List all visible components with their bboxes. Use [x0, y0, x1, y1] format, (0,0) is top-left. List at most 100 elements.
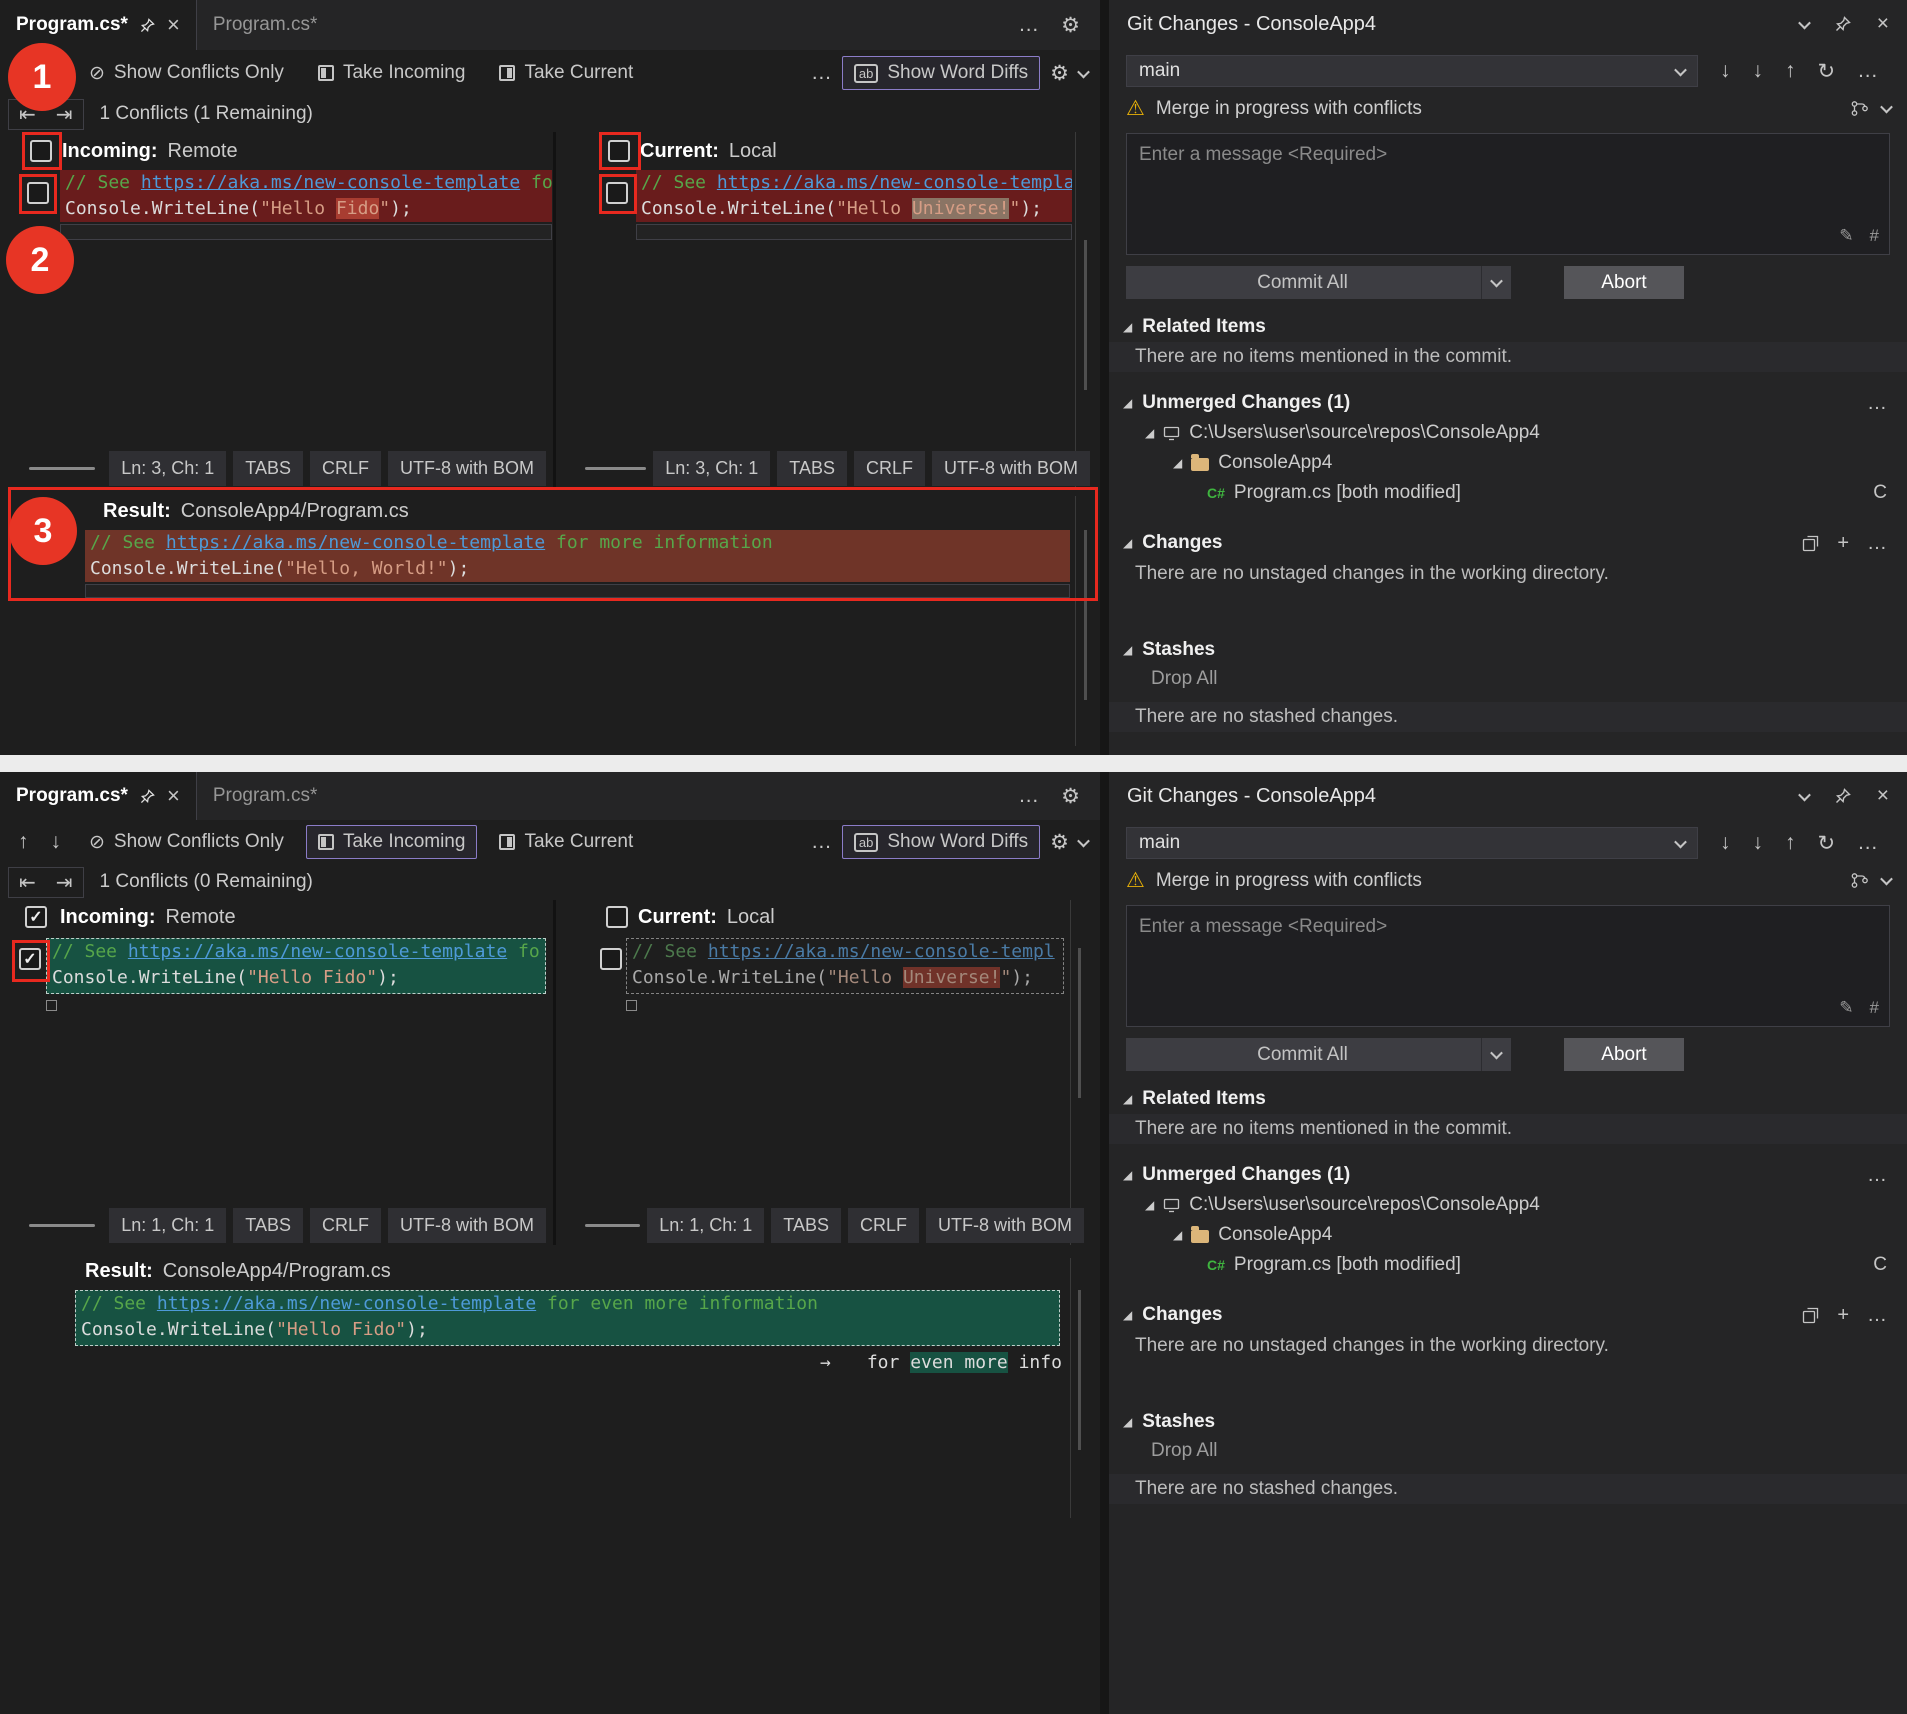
- more-actions-icon[interactable]: …: [1018, 13, 1039, 37]
- zoom-slider[interactable]: [585, 1224, 640, 1227]
- tab-program-cs-active[interactable]: Program.cs* ×: [0, 0, 197, 50]
- expand-icon[interactable]: ◢: [1145, 426, 1154, 440]
- pull-icon[interactable]: ↓: [1753, 59, 1764, 83]
- zoom-slider[interactable]: [29, 1224, 95, 1227]
- chevron-down-icon[interactable]: [1077, 65, 1090, 78]
- scrollbar-thumb[interactable]: [1078, 948, 1081, 1098]
- current-checkbox[interactable]: [606, 906, 628, 928]
- abort-button[interactable]: Abort: [1564, 1038, 1684, 1071]
- incoming-checkbox-checked[interactable]: ✓: [25, 906, 47, 928]
- expand-icon[interactable]: ◢: [1123, 643, 1132, 657]
- code-link[interactable]: https://aka.ms/new-console-template: [128, 941, 507, 962]
- tree-row-file[interactable]: C# Program.cs [both modified] C: [1207, 478, 1887, 508]
- tree-row-repo[interactable]: ◢ C:\Users\user\source\repos\ConsoleApp4: [1145, 418, 1887, 448]
- code-link[interactable]: https://aka.ms/new-console-templ: [708, 941, 1055, 962]
- tab-program-cs-inactive[interactable]: Program.cs*: [197, 0, 334, 50]
- refresh-icon[interactable]: ↻: [1818, 831, 1836, 856]
- refresh-icon[interactable]: ↻: [1818, 59, 1836, 84]
- branch-selector[interactable]: main: [1126, 55, 1698, 87]
- expand-icon[interactable]: ◢: [1123, 1168, 1132, 1182]
- abort-button[interactable]: Abort: [1564, 266, 1684, 299]
- fetch-icon[interactable]: ↓: [1720, 831, 1731, 855]
- diff-view-icon[interactable]: [1802, 1307, 1819, 1324]
- current-conflict-checkbox[interactable]: [600, 948, 622, 970]
- expand-icon[interactable]: ◢: [1123, 1415, 1132, 1429]
- status-tabs[interactable]: TABS: [771, 1208, 841, 1243]
- pen-icon[interactable]: ✎: [1839, 998, 1853, 1018]
- commit-options-icon[interactable]: [1481, 1038, 1511, 1071]
- take-current-button[interactable]: Take Current: [487, 56, 645, 90]
- status-encoding[interactable]: UTF-8 with BOM: [926, 1208, 1084, 1243]
- scrollbar-thumb[interactable]: [1084, 240, 1087, 390]
- branch-selector[interactable]: main: [1126, 827, 1698, 859]
- close-icon[interactable]: ×: [167, 15, 180, 35]
- tab-program-cs-active[interactable]: Program.cs* ×: [0, 772, 197, 820]
- toolbar-gear-icon[interactable]: ⚙: [1050, 61, 1069, 86]
- git-more-icon[interactable]: …: [1857, 59, 1878, 83]
- toolbar-gear-icon[interactable]: ⚙: [1050, 830, 1069, 855]
- expand-icon[interactable]: ◢: [1123, 536, 1132, 550]
- related-items-section[interactable]: ◢ Related Items: [1123, 312, 1887, 342]
- expand-icon[interactable]: ◢: [1123, 320, 1132, 334]
- related-items-section[interactable]: ◢ Related Items: [1123, 1084, 1887, 1114]
- diff-view-icon[interactable]: [1802, 535, 1819, 552]
- chevron-down-icon[interactable]: [1880, 873, 1893, 886]
- work-item-icon[interactable]: #: [1870, 226, 1879, 246]
- pin-icon[interactable]: [1835, 16, 1851, 32]
- expand-icon[interactable]: ◢: [1123, 1308, 1132, 1322]
- unmerged-more-icon[interactable]: …: [1867, 1164, 1887, 1187]
- chevron-down-icon[interactable]: [1798, 788, 1811, 801]
- expand-icon[interactable]: ◢: [1173, 456, 1182, 470]
- status-encoding[interactable]: UTF-8 with BOM: [388, 451, 546, 486]
- pin-icon[interactable]: [140, 789, 155, 804]
- close-icon[interactable]: ×: [167, 786, 180, 806]
- zoom-slider[interactable]: [29, 467, 95, 470]
- show-conflicts-only-button[interactable]: ⊘ Show Conflicts Only: [77, 56, 296, 91]
- show-conflicts-only-button[interactable]: ⊘ Show Conflicts Only: [77, 825, 296, 860]
- fetch-icon[interactable]: ↓: [1720, 59, 1731, 83]
- commit-all-button[interactable]: Commit All: [1126, 266, 1511, 299]
- status-tabs[interactable]: TABS: [777, 451, 847, 486]
- stage-all-icon[interactable]: +: [1837, 532, 1849, 555]
- stage-all-icon[interactable]: +: [1837, 1304, 1849, 1327]
- toolbar-more-icon[interactable]: …: [811, 830, 832, 854]
- git-more-icon[interactable]: …: [1857, 831, 1878, 855]
- unmerged-more-icon[interactable]: …: [1867, 392, 1887, 415]
- status-line-endings[interactable]: CRLF: [854, 451, 925, 486]
- drop-all-item[interactable]: Drop All: [1151, 668, 1218, 690]
- status-line-endings[interactable]: CRLF: [310, 1208, 381, 1243]
- scrollbar-thumb[interactable]: [1078, 1290, 1081, 1450]
- status-encoding[interactable]: UTF-8 with BOM: [388, 1208, 546, 1243]
- close-icon[interactable]: ×: [1877, 784, 1889, 808]
- take-incoming-button[interactable]: Take Incoming: [306, 56, 478, 90]
- first-conflict-icon[interactable]: ⇤: [9, 868, 46, 897]
- zoom-slider[interactable]: [585, 467, 646, 470]
- push-icon[interactable]: ↑: [1785, 831, 1796, 855]
- tab-program-cs-inactive[interactable]: Program.cs*: [197, 772, 334, 820]
- status-encoding[interactable]: UTF-8 with BOM: [932, 451, 1090, 486]
- close-icon[interactable]: ×: [1877, 12, 1889, 36]
- changes-more-icon[interactable]: …: [1867, 1304, 1887, 1327]
- show-word-diffs-button[interactable]: ab Show Word Diffs: [842, 825, 1040, 859]
- pin-icon[interactable]: [140, 18, 155, 33]
- tree-row-project[interactable]: ◢ ConsoleApp4: [1173, 1220, 1887, 1250]
- commit-options-icon[interactable]: [1481, 266, 1511, 299]
- last-conflict-icon[interactable]: ⇥: [46, 868, 83, 897]
- code-link[interactable]: https://aka.ms/new-console-template: [141, 172, 520, 193]
- stashes-section[interactable]: ◢ Stashes: [1123, 635, 1887, 665]
- gear-icon[interactable]: ⚙: [1061, 13, 1080, 38]
- pen-icon[interactable]: ✎: [1839, 226, 1853, 246]
- status-tabs[interactable]: TABS: [233, 1208, 303, 1243]
- tree-row-file[interactable]: C# Program.cs [both modified] C: [1207, 1250, 1887, 1280]
- expand-icon[interactable]: ◢: [1145, 1198, 1154, 1212]
- unmerged-changes-section[interactable]: ◢ Unmerged Changes (1) …: [1123, 1160, 1887, 1190]
- next-conflict-icon[interactable]: ↓: [45, 830, 68, 854]
- pull-icon[interactable]: ↓: [1753, 831, 1764, 855]
- chevron-down-icon[interactable]: [1880, 101, 1893, 114]
- changes-section[interactable]: ◢ Changes + …: [1123, 1300, 1887, 1330]
- status-tabs[interactable]: TABS: [233, 451, 303, 486]
- chevron-down-icon[interactable]: [1077, 834, 1090, 847]
- unmerged-changes-section[interactable]: ◢ Unmerged Changes (1) …: [1123, 388, 1887, 418]
- take-incoming-button[interactable]: Take Incoming: [306, 825, 478, 859]
- previous-conflict-icon[interactable]: ↑: [12, 830, 35, 854]
